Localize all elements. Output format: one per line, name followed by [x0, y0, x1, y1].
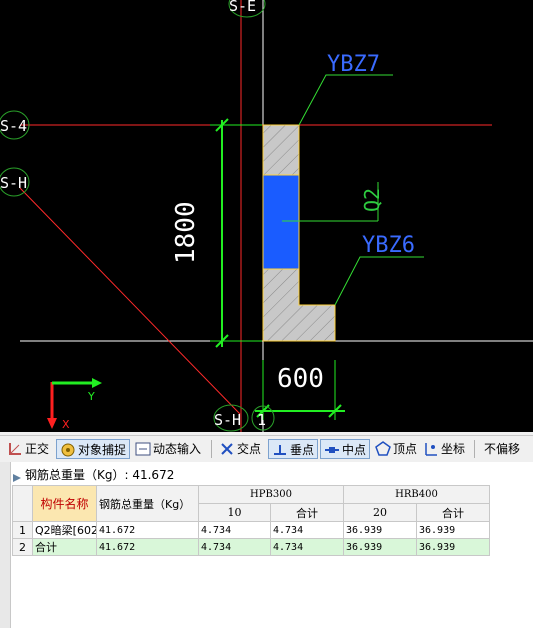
cell-hpb-10[interactable]: 4.734 [198, 521, 271, 539]
intersection-icon [219, 441, 235, 457]
column-header-hrb-total[interactable]: 合计 [416, 503, 490, 522]
cell-name[interactable]: Q2暗梁[602 [32, 521, 97, 539]
cell-hpb-total[interactable]: 4.734 [270, 538, 344, 556]
wall-q2[interactable] [262, 174, 300, 270]
object-snap-icon [60, 442, 76, 458]
column-ybz7[interactable] [262, 124, 300, 176]
toolbar-separator [474, 440, 475, 458]
cell-weight[interactable]: 41.672 [96, 521, 199, 539]
cell-hpb-total[interactable]: 4.734 [270, 521, 344, 539]
axis-label-s-4: S-4 [0, 117, 27, 135]
column-header-hrb400[interactable]: HRB400 [343, 485, 490, 504]
perpendicular-label: 垂点 [290, 443, 315, 457]
dimension-text-horizontal: 600 [277, 364, 324, 394]
coordinate-icon [423, 441, 439, 457]
ucs-y-arrow [47, 418, 57, 429]
perpendicular-button[interactable]: 垂点 [268, 439, 318, 459]
midpoint-icon [324, 442, 340, 458]
cell-hrb-20[interactable]: 36.939 [343, 521, 417, 539]
cell-hrb-total[interactable]: 36.939 [416, 538, 490, 556]
coordinate-label: 坐标 [441, 442, 466, 456]
column-header-hpb-total[interactable]: 合计 [270, 503, 344, 522]
coordinate-button[interactable]: 坐标 [420, 439, 470, 459]
dynamic-input-label: 动态输入 [153, 442, 202, 456]
component-label-ybz6[interactable]: YBZ6 [362, 233, 415, 258]
total-weight-summary: 钢筋总重量（Kg）: 41.672 [25, 468, 175, 482]
panel-side-strip [0, 462, 11, 628]
axis-label-1: 1 [257, 411, 266, 429]
dynamic-input-button[interactable]: 动态输入 [132, 439, 206, 459]
vertex-button[interactable]: 顶点 [372, 439, 418, 459]
cell-name[interactable]: 合计 [32, 538, 97, 556]
component-label-ybz7[interactable]: YBZ7 [327, 52, 380, 77]
cell-hpb-10[interactable]: 4.734 [198, 538, 271, 556]
drawing-svg: S-E S-4 S-H S-H 1 YBZ7 YBZ6 Q2 1800 600 … [0, 0, 533, 432]
cell-hrb-total[interactable]: 36.939 [416, 521, 490, 539]
axis-line-s-h-diagonal [19, 187, 241, 415]
object-snap-button[interactable]: 对象捕捉 [56, 439, 130, 459]
leader-ybz7 [298, 74, 393, 126]
axis-label-s-h-left: S-H [0, 174, 27, 192]
toolbar-separator [211, 440, 212, 458]
table-row[interactable]: 2 合计 41.672 4.734 4.734 36.939 36.939 [12, 538, 490, 556]
axis-label-s-h-bottom: S-H [214, 411, 241, 429]
column-header-name[interactable]: 构件名称 [32, 485, 97, 522]
ortho-icon [7, 441, 23, 457]
midpoint-label: 中点 [342, 443, 367, 457]
column-header-total-weight[interactable]: 钢筋总重量（Kg） [96, 485, 199, 522]
column-header-hpb300[interactable]: HPB300 [198, 485, 344, 504]
dimension-text-vertical: 1800 [171, 201, 201, 264]
row-index: 1 [12, 521, 33, 539]
intersection-label: 交点 [237, 442, 262, 456]
dynamic-input-icon [135, 441, 151, 457]
component-label-q2[interactable]: Q2 [360, 188, 384, 212]
rebar-weight-table: 构件名称 钢筋总重量（Kg） HPB300 HRB400 10 合计 20 合计… [12, 485, 490, 556]
cell-hrb-20[interactable]: 36.939 [343, 538, 417, 556]
object-snap-label: 对象捕捉 [78, 443, 127, 457]
table-header-row: 构件名称 钢筋总重量（Kg） HPB300 HRB400 [12, 485, 490, 522]
row-index: 2 [12, 538, 33, 556]
perpendicular-icon [272, 442, 288, 458]
offset-dropdown-label: 不偏移 [484, 442, 521, 456]
midpoint-button[interactable]: 中点 [320, 439, 370, 459]
cad-drawing-canvas[interactable]: S-E S-4 S-H S-H 1 YBZ7 YBZ6 Q2 1800 600 … [0, 0, 533, 432]
column-ybz6[interactable] [262, 268, 336, 342]
leader-ybz6 [334, 256, 424, 306]
offset-dropdown[interactable]: 不偏移 [478, 439, 533, 459]
table-row[interactable]: 1 Q2暗梁[602 41.672 4.734 4.734 36.939 36.… [12, 521, 490, 539]
cell-weight[interactable]: 41.672 [96, 538, 199, 556]
ucs-x-arrow [92, 378, 102, 388]
vertex-icon [375, 441, 391, 457]
intersection-button[interactable]: 交点 [216, 439, 266, 459]
ucs-y-label: Y [87, 390, 95, 403]
column-header-hrb-20[interactable]: 20 [343, 503, 417, 522]
ucs-x-label: X [62, 418, 70, 431]
snap-toolbar: 正交 对象捕捉 动态输入 交点 垂点 中点 顶点 坐标 不偏移 [0, 435, 533, 464]
panel-title-icon [12, 468, 22, 482]
table-corner-cell [12, 485, 33, 522]
ortho-label: 正交 [25, 442, 50, 456]
column-header-hpb-10[interactable]: 10 [198, 503, 271, 522]
vertex-label: 顶点 [393, 442, 418, 456]
axis-label-s-e: S-E [229, 0, 256, 15]
ortho-button[interactable]: 正交 [4, 439, 54, 459]
